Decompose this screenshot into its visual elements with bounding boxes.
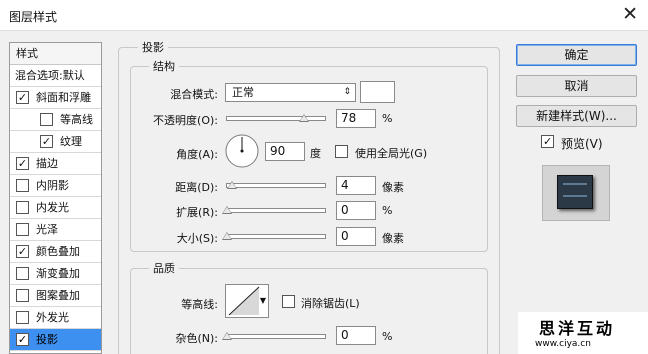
updown-arrow-icon: ⇕ xyxy=(343,87,351,97)
opacity-label: 不透明度(O): xyxy=(153,114,218,127)
style-item-label: 等高线 xyxy=(60,113,93,126)
style-list-header[interactable]: 样式 xyxy=(10,43,101,65)
style-item-checkbox[interactable] xyxy=(16,223,29,236)
watermark-url: www.ciya.cn xyxy=(535,339,591,349)
spread-unit: % xyxy=(382,204,393,217)
blend-options-item[interactable]: 混合选项:默认 xyxy=(10,65,101,87)
distance-label: 距离(D): xyxy=(175,181,218,194)
noise-input[interactable]: 0 xyxy=(336,326,376,345)
blend-mode-value: 正常 xyxy=(232,86,254,99)
watermark-brand: 思洋互动 xyxy=(539,319,616,338)
angle-label: 角度(A): xyxy=(176,148,218,161)
spread-input[interactable]: 0 xyxy=(336,201,376,220)
style-item[interactable]: ✓ 投影 xyxy=(10,329,101,351)
contour-dropdown-icon[interactable]: ▼ xyxy=(260,296,266,305)
style-item-checkbox[interactable]: ✓ xyxy=(40,135,53,148)
noise-label: 杂色(N): xyxy=(175,332,218,345)
style-item-label: 纹理 xyxy=(60,135,82,148)
size-label: 大小(S): xyxy=(176,232,218,245)
style-item[interactable]: ✓ 描边 xyxy=(10,153,101,175)
spread-label: 扩展(R): xyxy=(176,206,218,219)
distance-slider-thumb[interactable] xyxy=(227,181,237,189)
style-preview-thumbnail xyxy=(542,165,610,221)
style-item[interactable]: 光泽 xyxy=(10,219,101,241)
size-input[interactable]: 0 xyxy=(336,227,376,246)
preview-check-icon: ✓ xyxy=(543,135,553,148)
style-item-label: 斜面和浮雕 xyxy=(36,91,91,104)
ok-button[interactable]: 确定 xyxy=(516,44,637,66)
style-item-label: 图案叠加 xyxy=(36,289,80,302)
angle-input[interactable]: 90 xyxy=(265,142,305,161)
style-item-label: 内阴影 xyxy=(36,179,69,192)
close-icon[interactable]: ✕ xyxy=(622,4,638,24)
preview-checkbox[interactable]: ✓ xyxy=(541,135,554,148)
style-item-label: 光泽 xyxy=(36,223,58,236)
style-item-label: 颜色叠加 xyxy=(36,245,80,258)
structure-title: 结构 xyxy=(149,58,179,74)
style-item-checkbox[interactable] xyxy=(16,201,29,214)
opacity-unit: % xyxy=(382,112,393,125)
shadow-color-swatch[interactable] xyxy=(360,81,395,103)
opacity-slider-thumb[interactable] xyxy=(299,114,309,122)
global-light-checkbox[interactable] xyxy=(335,145,348,158)
blend-mode-label: 混合模式: xyxy=(170,88,218,101)
noise-unit: % xyxy=(382,330,393,343)
watermark: 思洋互动 www.ciya.cn xyxy=(518,312,648,354)
style-item-checkbox[interactable] xyxy=(16,267,29,280)
contour-curve-icon xyxy=(228,286,260,316)
global-light-label: 使用全局光(G) xyxy=(355,147,428,160)
size-slider-track[interactable] xyxy=(226,234,326,239)
angle-dial[interactable] xyxy=(224,133,260,169)
style-item[interactable]: 等高线 xyxy=(10,109,101,131)
style-item-label: 外发光 xyxy=(36,311,69,324)
distance-slider-track[interactable] xyxy=(226,183,326,188)
style-item-checkbox[interactable]: ✓ xyxy=(16,333,29,346)
style-item-checkbox[interactable] xyxy=(16,179,29,192)
style-item-checkbox[interactable] xyxy=(16,289,29,302)
title-bar: 图层样式 ✕ xyxy=(0,0,648,31)
distance-unit: 像素 xyxy=(382,181,404,194)
cancel-button[interactable]: 取消 xyxy=(516,75,637,97)
spread-slider-thumb[interactable] xyxy=(222,206,232,214)
antialias-label: 消除锯齿(L) xyxy=(301,297,360,310)
window-title: 图层样式 xyxy=(9,10,58,24)
style-item[interactable]: ✓ 颜色叠加 xyxy=(10,241,101,263)
style-item-label: 描边 xyxy=(36,157,58,170)
opacity-slider-track[interactable] xyxy=(226,116,326,121)
antialias-checkbox[interactable] xyxy=(282,295,295,308)
new-style-button[interactable]: 新建样式(W)... xyxy=(516,105,637,127)
noise-slider-track[interactable] xyxy=(226,334,326,339)
style-item[interactable]: 外发光 xyxy=(10,307,101,329)
style-item-checkbox[interactable] xyxy=(16,311,29,324)
style-list: 样式 混合选项:默认 ✓ 斜面和浮雕等高线 ✓ 纹理 ✓ 描边内阴影内发光光泽 ✓ 颜色叠加渐… xyxy=(9,42,102,354)
style-item-label: 投影 xyxy=(36,333,58,346)
angle-unit: 度 xyxy=(310,147,321,160)
distance-input[interactable]: 4 xyxy=(336,176,376,195)
drop-shadow-title: 投影 xyxy=(138,39,168,55)
opacity-input[interactable]: 78 xyxy=(336,109,376,128)
style-item[interactable]: 图案叠加 xyxy=(10,285,101,307)
style-item[interactable]: ✓ 斜面和浮雕 xyxy=(10,87,101,109)
style-item-checkbox[interactable]: ✓ xyxy=(16,157,29,170)
spread-slider-track[interactable] xyxy=(226,208,326,213)
style-item-label: 渐变叠加 xyxy=(36,267,80,280)
style-item[interactable]: 内发光 xyxy=(10,197,101,219)
contour-picker[interactable]: ▼ xyxy=(225,284,269,318)
preview-swatch-image xyxy=(557,175,593,209)
noise-slider-thumb[interactable] xyxy=(222,332,232,340)
size-slider-thumb[interactable] xyxy=(222,232,232,240)
style-item[interactable]: 内阴影 xyxy=(10,175,101,197)
style-item[interactable]: ✓ 纹理 xyxy=(10,131,101,153)
style-item-label: 内发光 xyxy=(36,201,69,214)
style-item-checkbox[interactable]: ✓ xyxy=(16,91,29,104)
size-unit: 像素 xyxy=(382,232,404,245)
style-item[interactable]: 渐变叠加 xyxy=(10,263,101,285)
contour-label: 等高线: xyxy=(181,298,218,311)
preview-label: 预览(V) xyxy=(561,137,603,151)
blend-mode-select[interactable]: 正常 ⇕ xyxy=(225,83,356,102)
quality-title: 品质 xyxy=(149,260,179,276)
style-item-checkbox[interactable] xyxy=(40,113,53,126)
style-item-checkbox[interactable]: ✓ xyxy=(16,245,29,258)
